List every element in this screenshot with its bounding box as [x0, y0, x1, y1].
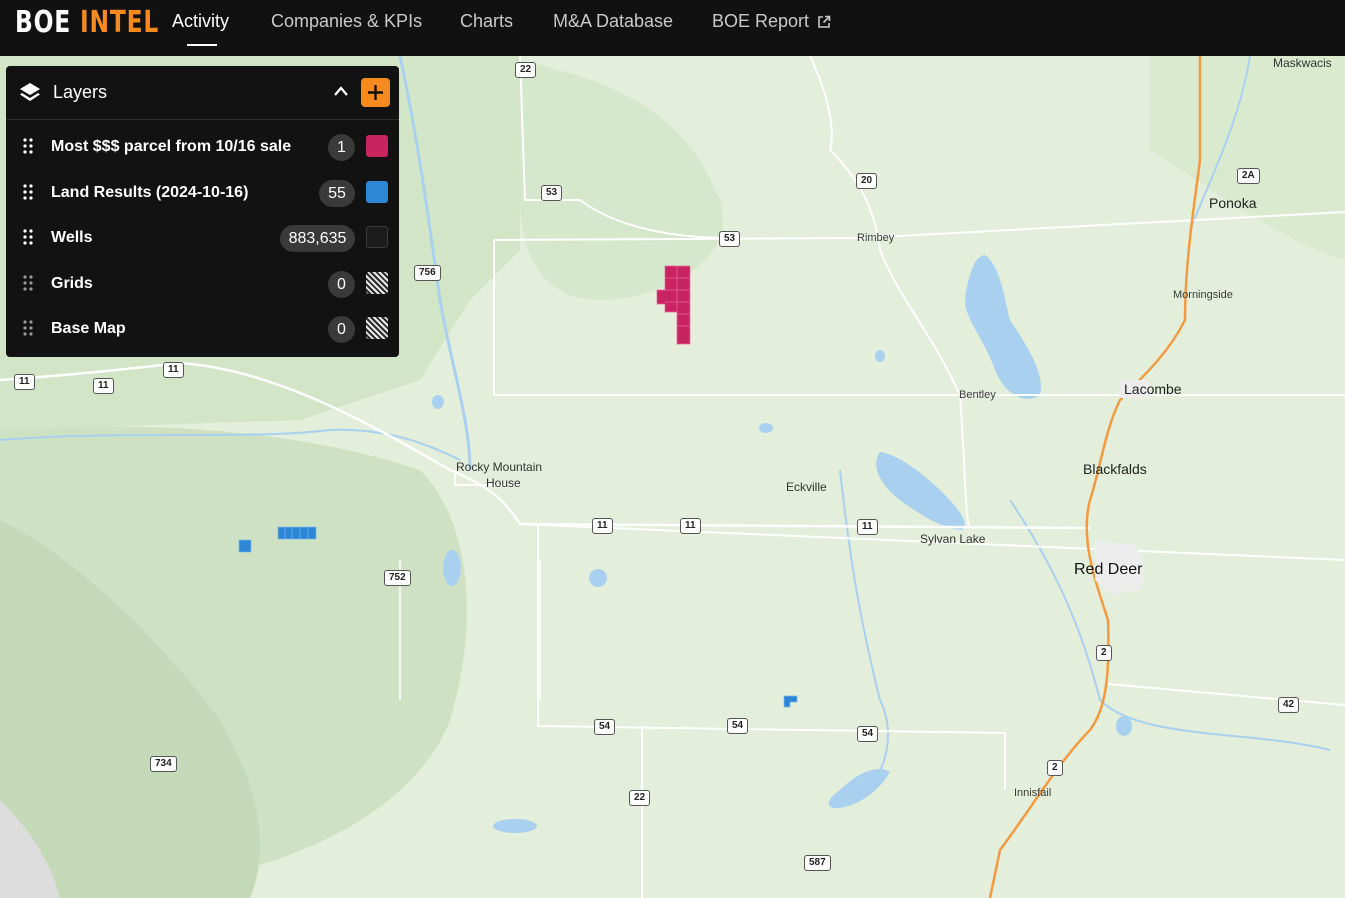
place-label-maskwacis: Maskwacis	[1273, 56, 1332, 70]
layer-count-badge: 0	[328, 316, 355, 343]
layer-row-land-results[interactable]: Land Results (2024-10-16) 55	[6, 170, 399, 216]
place-label-house: House	[486, 476, 521, 490]
road-shield-2: 2	[1096, 645, 1112, 661]
drag-handle-icon[interactable]	[23, 275, 33, 291]
lake-pond-3	[493, 819, 537, 833]
road-shield-734: 734	[150, 756, 177, 772]
layer-color-swatch[interactable]	[366, 135, 388, 157]
layer-color-swatch[interactable]	[366, 181, 388, 203]
layer-count-badge: 1	[328, 134, 355, 161]
road-shield-11: 11	[857, 519, 878, 535]
layer-count-badge: 883,635	[280, 225, 355, 252]
road-shield-752: 752	[384, 570, 411, 586]
road-shield-2: 2	[1047, 760, 1063, 776]
layer-row-base-map[interactable]: Base Map 0	[6, 306, 399, 352]
layer-color-swatch[interactable]	[366, 317, 388, 339]
layer-row-most-valuable-parcel[interactable]: Most $$$ parcel from 10/16 sale 1	[6, 124, 399, 170]
layer-label: Land Results (2024-10-16)	[51, 184, 249, 201]
chevron-up-icon[interactable]	[333, 84, 349, 98]
top-navigation-bar: BOE INTEL Activity Companies & KPIs Char…	[0, 0, 1345, 56]
road-shield-11: 11	[680, 518, 701, 534]
layer-color-swatch[interactable]	[366, 226, 388, 248]
road-shield-54: 54	[857, 726, 879, 742]
layer-color-swatch[interactable]	[366, 272, 388, 294]
road-shield-587: 587	[804, 855, 831, 871]
road-shield-53: 53	[541, 185, 563, 201]
road-shield-11: 11	[93, 378, 114, 394]
nav-tab-activity[interactable]: Activity	[172, 0, 229, 56]
road-shield-756: 756	[414, 265, 441, 281]
lake-pond-5	[875, 350, 885, 362]
place-label-morningside: Morningside	[1173, 289, 1233, 301]
road-shield-11: 11	[592, 518, 613, 534]
road-shield-22: 22	[515, 62, 537, 78]
place-label-eckville: Eckville	[786, 480, 827, 494]
nav-tab-boe-report[interactable]: BOE Report	[712, 0, 809, 56]
road-shield-20: 20	[856, 173, 878, 189]
layer-row-wells[interactable]: Wells 883,635	[6, 215, 399, 261]
nav-tab-charts[interactable]: Charts	[460, 0, 513, 56]
place-label-ponoka: Ponoka	[1209, 195, 1257, 211]
place-label-rimbey: Rimbey	[857, 232, 895, 244]
lake-pond-6	[432, 395, 444, 409]
place-label-bentley: Bentley	[959, 389, 996, 401]
layer-label: Most $$$ parcel from 10/16 sale	[51, 138, 292, 155]
road-shield-11: 11	[163, 362, 184, 378]
plus-icon	[368, 85, 383, 100]
place-label-innisfail: Innisfail	[1014, 787, 1052, 799]
layer-count-badge: 0	[328, 271, 355, 298]
drag-handle-icon[interactable]	[23, 138, 33, 154]
road-shield-54: 54	[727, 718, 749, 734]
lake-pond-1	[589, 569, 607, 587]
place-label-blackfalds: Blackfalds	[1083, 461, 1147, 477]
nav-tab-ma-database[interactable]: M&A Database	[553, 0, 673, 56]
place-label-red-deer: Red Deer	[1074, 561, 1143, 578]
road-shield-42: 42	[1278, 697, 1300, 713]
road-shield-22: 22	[629, 790, 651, 806]
layers-panel-title: Layers	[53, 82, 108, 102]
lake-west	[443, 550, 461, 586]
external-link-icon	[818, 15, 831, 28]
drag-handle-icon[interactable]	[23, 320, 33, 336]
lake-pond-4	[759, 423, 773, 433]
layer-label: Grids	[51, 275, 93, 292]
drag-handle-icon[interactable]	[23, 184, 33, 200]
layer-label: Wells	[51, 229, 93, 246]
add-layer-button[interactable]	[361, 78, 390, 107]
road-shield-11: 11	[14, 374, 35, 390]
layers-panel-header: Layers	[6, 66, 399, 120]
drag-handle-icon[interactable]	[23, 229, 33, 245]
layer-label: Base Map	[51, 320, 126, 337]
place-label-rocky-mountain: Rocky Mountain	[456, 460, 543, 474]
layer-row-grids[interactable]: Grids 0	[6, 261, 399, 307]
layer-count-badge: 55	[319, 180, 355, 207]
boe-intel-logo[interactable]: BOE INTEL	[15, 5, 159, 41]
road-shield-53: 53	[719, 231, 741, 247]
lake-pond-2	[1116, 716, 1132, 736]
place-label-lacombe: Lacombe	[1124, 381, 1182, 397]
layers-panel: Layers Most $$$ parcel from 10/16 sale 1…	[6, 66, 399, 357]
place-label-sylvan-lake: Sylvan Lake	[920, 532, 986, 546]
active-tab-indicator	[187, 44, 217, 46]
layers-icon	[20, 83, 40, 101]
road-shield-2a: 2A	[1237, 168, 1260, 184]
nav-tab-companies-kpis[interactable]: Companies & KPIs	[271, 0, 422, 56]
road-shield-54: 54	[594, 719, 616, 735]
